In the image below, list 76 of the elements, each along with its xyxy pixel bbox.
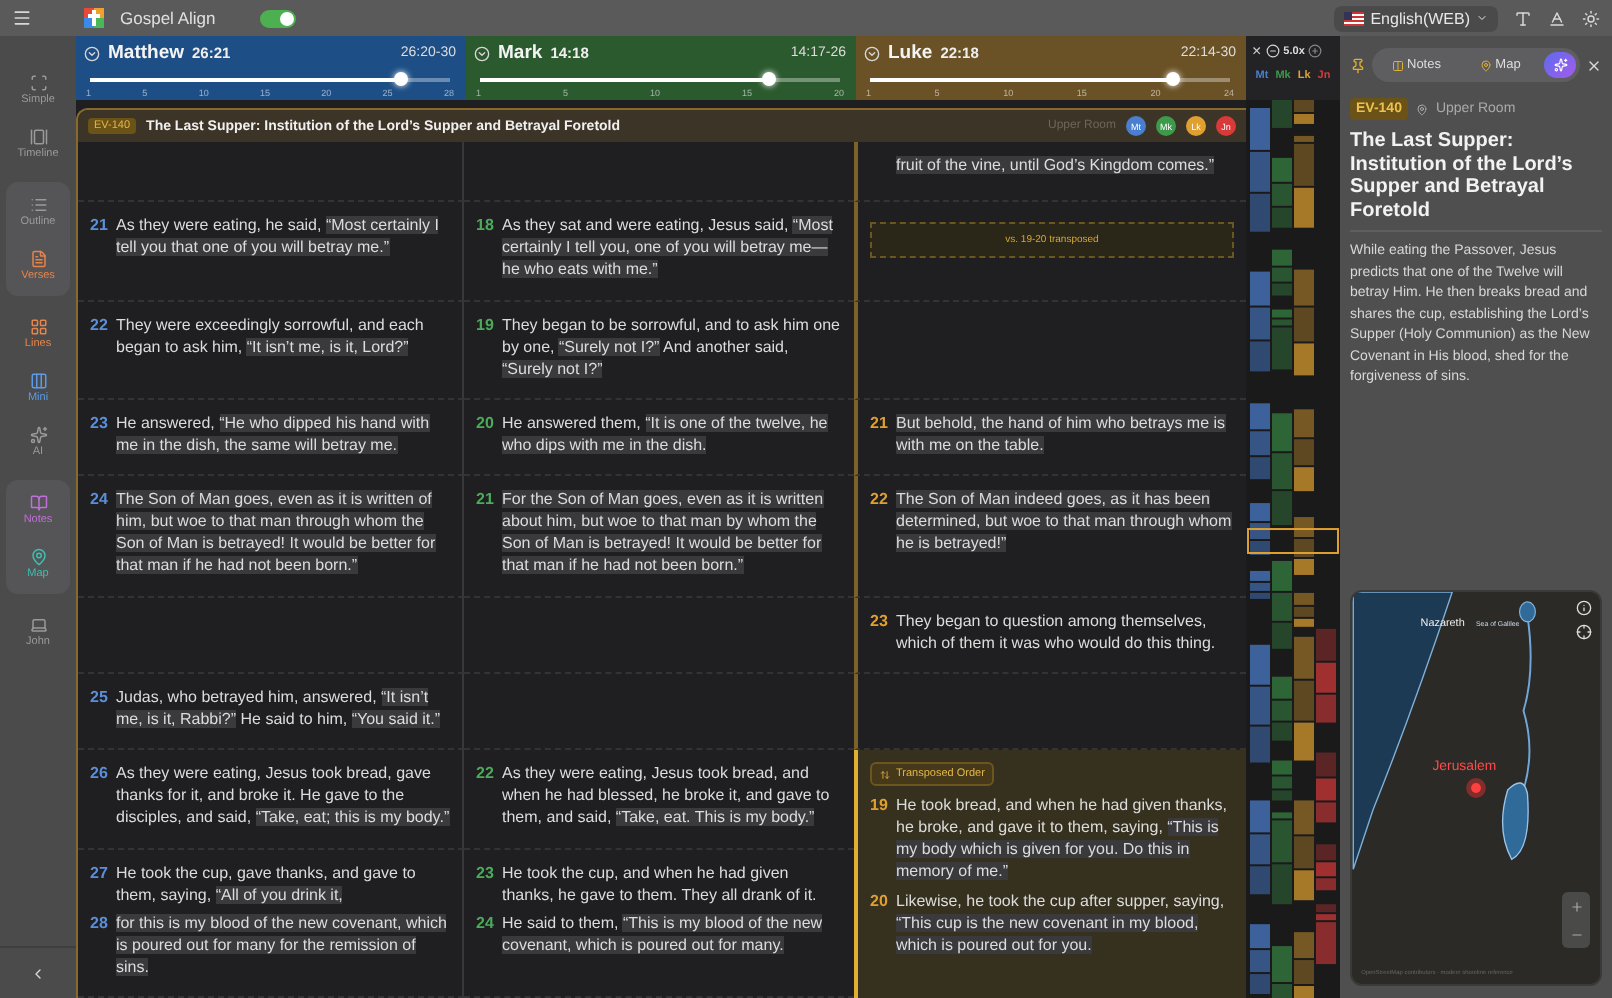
caret-icon [1476,12,1488,24]
map-pin-icon [1479,59,1492,71]
dead-sea-drawing [1501,782,1529,860]
verse-text: He took bread, and when he had given thanks, he broke, and gave it to them, saying, “This is my body which is given for you. Do this in memory of me.” [896,794,1229,883]
verse-text: They began to be sorrowful, and to ask him one by one, “Surely not I?” And another said, “Surely not I?” [502,313,842,380]
verse-text: For the Son of Man goes, even as it is written about him, but woe to that man by whom the Son of Man is betrayed! It would be better for that man if he had not been born.” [502,488,826,577]
toggle-switch[interactable] [259,9,296,27]
verse-number: 18 [476,214,494,239]
verse-text: As they were eating, Jesus took bread, and when he had blessed, he broke it, and gave to them, and said, “Take, eat. This is my body.” [502,762,832,829]
verse-number: 19 [476,313,494,338]
verse-text: The Son of Man indeed goes, as it has been determined, but woe to that man through whom he is betrayed!” [896,488,1234,555]
app-name: Gospel Align [120,8,216,28]
collapse-icon[interactable] [30,965,46,981]
locate-icon[interactable] [1576,624,1592,640]
verse-number: 24 [476,911,494,936]
close-icon[interactable] [1586,57,1602,73]
verse-text: But behold, the hand of him who betrays me is with me on the table. [896,411,1228,456]
lake-drawing [1518,601,1536,623]
zoom-out-icon[interactable] [1265,44,1280,58]
verse-text: They began to question among themselves, which of them it was who would do this thing. [896,609,1218,654]
verse-text: He answered them, “It is one of the twelve, he who dips with me in the dish. [502,411,830,456]
flag-icon [1344,11,1365,25]
verse-text: He said to them, “This is my blood of the new covenant, which is poured out for many. [502,911,825,956]
verse-number: 22 [476,762,494,787]
verse-number: 27 [90,861,108,886]
verse-number: 20 [870,890,888,915]
verse-text: They were exceedingly sorrowful, and each began to ask him, “It isn’t me, is it, Lord?” [116,313,426,358]
verse-number: 23 [476,861,494,886]
pin-icon[interactable] [1350,57,1366,73]
verse-number: 23 [870,609,888,634]
notes-icon [1391,59,1403,71]
close-button[interactable]: × [1252,42,1262,60]
language-dropdown[interactable]: English(WEB) [1334,5,1498,31]
verse-number: 20 [476,411,494,436]
verse-text: As they were eating, he said, “Most certainly I tell you that one of you will betray me.” [116,214,441,259]
sparkle-icon [1553,58,1567,72]
info-icon[interactable] [1576,600,1592,616]
verse-text: The Son of Man goes, even as it is written of him, but woe to that man through whom the Son of Man is betrayed! It would be better for that man if he had not been born.” [116,488,438,577]
verse-text: He answered, “He who dipped his hand with me in the dish, the same will betray me. [116,411,432,456]
verse-number: 23 [90,411,108,436]
collapse-circle-icon[interactable] [84,45,100,61]
collapse-circle-icon[interactable] [864,45,880,61]
verse-text: As they sat and were eating, Jesus said, “Most certainly I tell you, one of you will betray me—he who eats with me.” [502,214,835,281]
verse-text: fruit of the vine, until God’s Kingdom comes.” [896,154,1215,176]
verse-text: for this is my blood of the new covenant, which is poured out for many for the remission of sins. [116,911,449,978]
verse-number: 24 [90,488,108,513]
logo-icon [84,8,104,28]
plus-icon [1569,899,1583,913]
ai-tab[interactable] [1544,52,1576,78]
sun-icon[interactable] [1582,9,1600,27]
event-title: The Last Supper: Institution of the Lord’s Supper and Betrayal Foretold [1350,130,1602,232]
verse-number: 19 [870,794,888,819]
gospel-name: Mark [498,42,543,64]
map-pin-icon [1415,103,1428,115]
verse-text: He took the cup, and when he had given thanks, he gave to them. They all drank of it. [502,861,819,906]
verse-number: 22 [870,488,888,513]
gospel-name: Luke [888,42,933,64]
menu-icon[interactable] [12,8,32,28]
zoom-in-icon[interactable] [1308,44,1323,58]
verse-text: Likewise, he took the cup after supper, saying, “This cup is the new covenant in my blood, which is poured out for you. [896,890,1227,957]
verse-number: 21 [870,411,888,436]
verse-text: Judas, who betrayed him, answered, “It isn’t me, is it, Rabbi?” He said to him, “You said it.” [116,685,443,730]
verse-number: 25 [90,685,108,710]
text-size-icon[interactable] [1514,9,1532,27]
collapse-circle-icon[interactable] [474,45,490,61]
verse-number: 21 [90,214,108,239]
verse-number: 26 [90,762,108,787]
verse-number: 22 [90,313,108,338]
verse-number: 21 [476,488,494,513]
gospel-name: Matthew [108,42,184,64]
font-icon[interactable] [1548,9,1566,27]
overview-strip-drawing[interactable] [1246,100,1340,998]
verse-number: 28 [90,911,108,936]
verse-text: As they were eating, Jesus took bread, gave thanks for it, and broke it. He gave to the disciples, and said, “Take, eat; this is my body.” [116,762,450,829]
swap-icon [880,769,890,780]
verse-text: He took the cup, gave thanks, and gave to them, saying, “All of you drink it, [116,861,418,906]
